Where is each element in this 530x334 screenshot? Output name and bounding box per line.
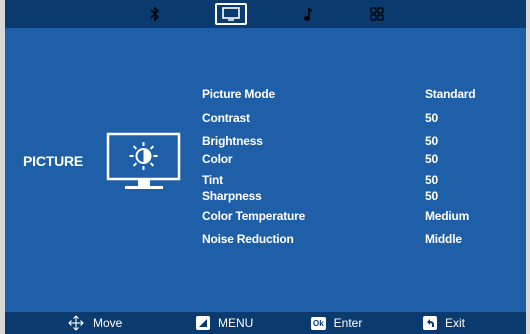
menu-value-sharpness: 50 (425, 189, 438, 203)
category-title: PICTURE (23, 153, 84, 169)
menu-label-color-temperature: Color Temperature (202, 209, 306, 223)
hint-enter: Ok Enter (311, 312, 362, 334)
hint-menu: MENU (196, 312, 253, 334)
menu-label-sharpness: Sharpness (202, 189, 262, 203)
four-way-arrow-icon (68, 315, 84, 331)
menu-label-brightness: Brightness (202, 134, 263, 148)
menu-value-picture-mode: Standard (425, 87, 476, 101)
bottom-hint-bar: Move MENU Ok Enter Exit (5, 312, 526, 334)
monitor-brightness-icon (105, 131, 183, 198)
menu-key-icon (196, 316, 210, 330)
menu-label-noise-reduction: Noise Reduction (202, 232, 294, 246)
menu-label-picture-mode: Picture Mode (202, 87, 275, 101)
menu-value-brightness: 50 (425, 134, 438, 148)
hint-exit: Exit (423, 312, 465, 334)
menu-label-tint: Tint (202, 173, 223, 187)
bluetooth-icon[interactable] (148, 4, 162, 24)
back-arrow-icon (423, 316, 437, 330)
hint-exit-label: Exit (445, 316, 466, 330)
menu-value-tint: 50 (425, 173, 438, 187)
menu-label-contrast: Contrast (202, 111, 250, 125)
apps-grid-icon[interactable] (369, 4, 385, 24)
menu-value-color-temperature: Medium (425, 209, 470, 223)
menu-value-noise-reduction: Middle (425, 232, 462, 246)
osd-screen: PICTURE Picture Mode Standard Contrast 5… (5, 0, 526, 334)
hint-menu-label: MENU (218, 316, 254, 330)
music-note-icon[interactable] (301, 4, 315, 24)
top-tab-bar (5, 0, 526, 28)
ok-key-icon: Ok (311, 316, 326, 330)
hint-enter-label: Enter (333, 316, 363, 330)
hint-move: Move (67, 312, 122, 334)
menu-label-color: Color (202, 152, 233, 166)
hint-move-label: Move (93, 316, 123, 330)
monitor-icon[interactable] (215, 3, 247, 25)
menu-value-contrast: 50 (425, 111, 438, 125)
menu-value-color: 50 (425, 152, 438, 166)
